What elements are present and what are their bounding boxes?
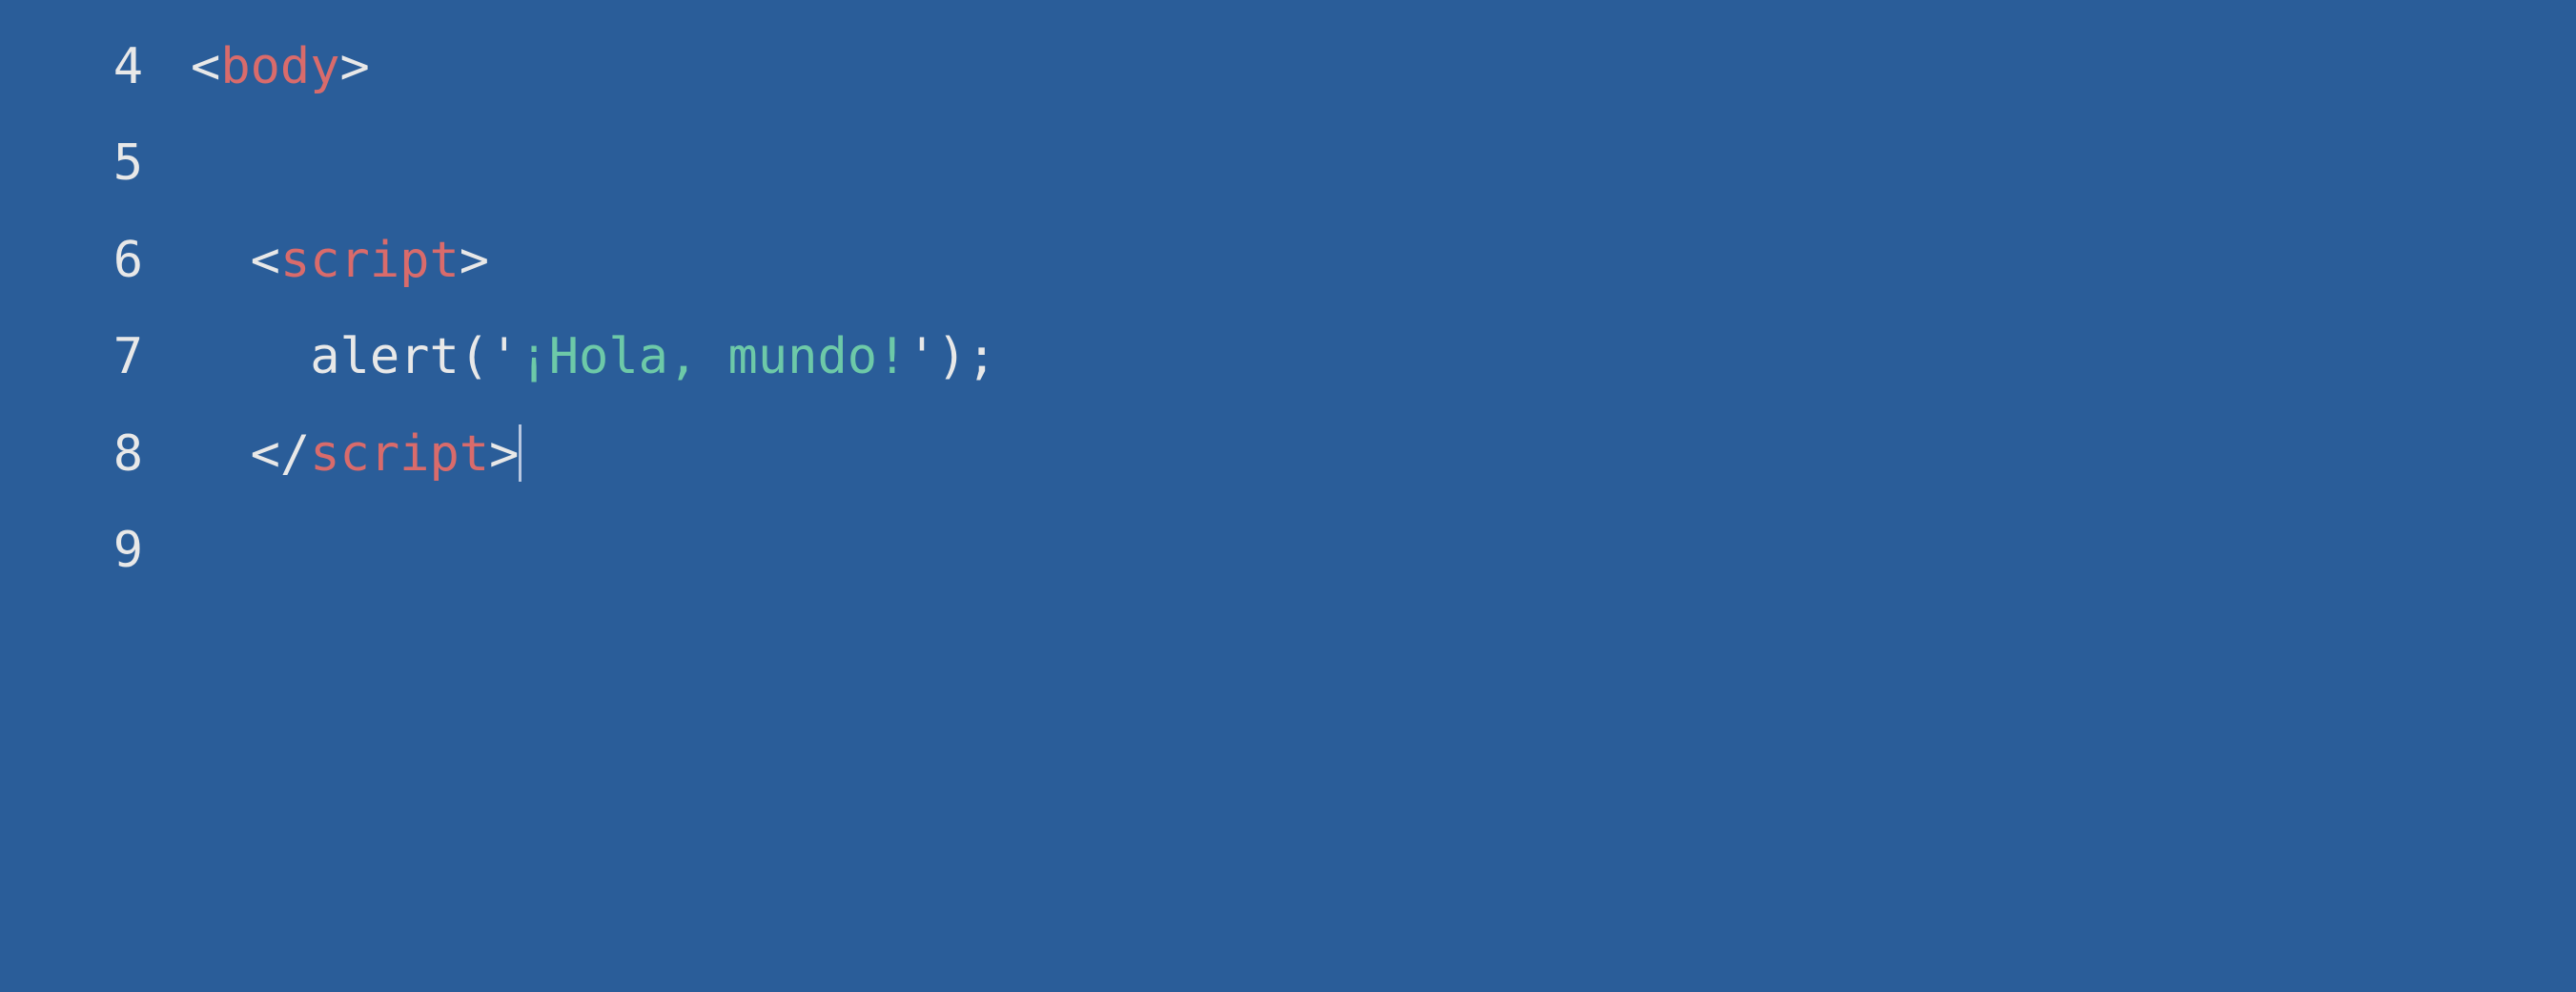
code-content[interactable]: <script> xyxy=(191,213,489,309)
code-line[interactable]: 9 xyxy=(0,503,2576,599)
paren-open: ( xyxy=(460,328,489,385)
function-call: alert xyxy=(310,328,460,385)
line-number: 7 xyxy=(0,309,191,405)
code-line[interactable]: 4 <body> xyxy=(0,19,2576,115)
line-number: 8 xyxy=(0,406,191,503)
code-line[interactable]: 7 alert('¡Hola, mundo!'); xyxy=(0,309,2576,405)
quote: ' xyxy=(489,328,519,385)
angle-bracket: > xyxy=(460,232,489,289)
paren-close: ) xyxy=(937,328,967,385)
angle-bracket: < xyxy=(191,38,220,95)
code-line[interactable]: 6 <script> xyxy=(0,213,2576,309)
html-tag: body xyxy=(220,38,339,95)
quote: ' xyxy=(907,328,936,385)
string-literal: ¡Hola, mundo! xyxy=(519,328,907,385)
line-number: 9 xyxy=(0,503,191,599)
code-content[interactable]: alert('¡Hola, mundo!'); xyxy=(191,309,996,405)
code-content[interactable]: <body> xyxy=(191,19,370,115)
line-number: 5 xyxy=(0,115,191,212)
angle-bracket: < xyxy=(251,232,280,289)
code-line[interactable]: 8 </script> xyxy=(0,406,2576,503)
html-tag: script xyxy=(280,232,460,289)
semicolon: ; xyxy=(967,328,996,385)
code-editor[interactable]: 4 <body> 5 6 <script> 7 alert('¡Hola, mu… xyxy=(0,19,2576,599)
text-cursor xyxy=(519,424,521,482)
html-tag: script xyxy=(310,425,489,483)
angle-bracket: > xyxy=(489,425,519,483)
line-number: 6 xyxy=(0,213,191,309)
code-content[interactable]: </script> xyxy=(191,406,521,503)
code-line[interactable]: 5 xyxy=(0,115,2576,212)
line-number: 4 xyxy=(0,19,191,115)
angle-bracket: > xyxy=(340,38,370,95)
angle-bracket: </ xyxy=(251,425,311,483)
